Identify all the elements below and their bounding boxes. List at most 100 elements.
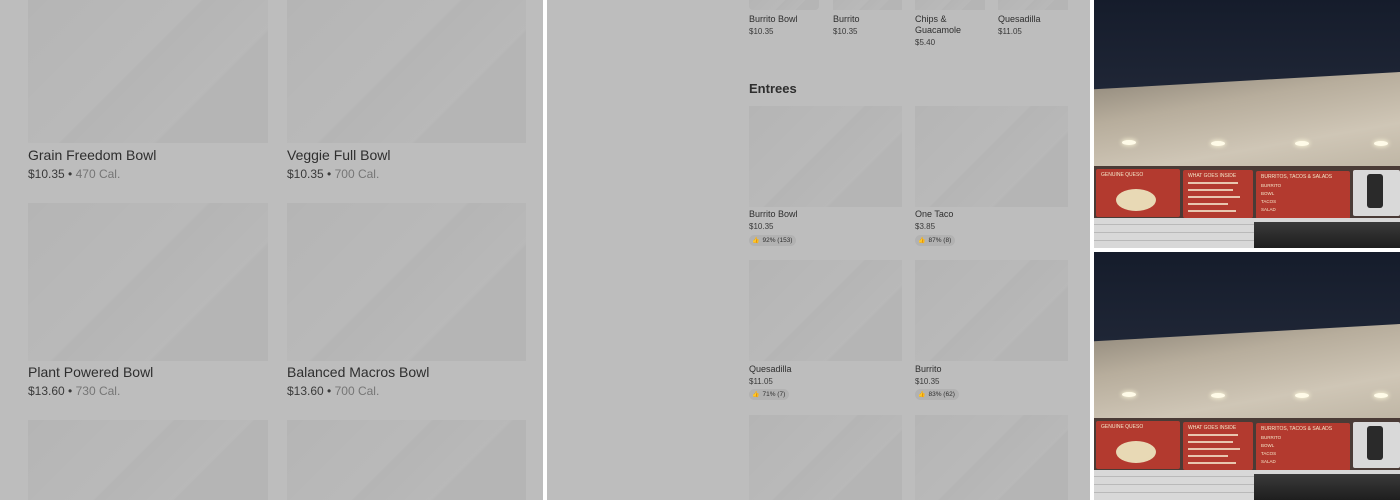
kitchen-counter bbox=[1254, 474, 1400, 500]
ceiling-light-icon bbox=[1211, 141, 1225, 146]
item-name[interactable]: Grain Freedom Bowl bbox=[28, 147, 156, 163]
rating-badge: 👍 83% (62) bbox=[915, 389, 959, 400]
item-image-placeholder[interactable] bbox=[915, 260, 1068, 361]
menu-line bbox=[1188, 441, 1233, 443]
item-image-placeholder[interactable] bbox=[833, 0, 902, 10]
menu-item-text: BURRITO bbox=[1261, 183, 1282, 188]
item-price-calories: $13.60 • 700 Cal. bbox=[287, 384, 379, 398]
item-name[interactable]: Plant Powered Bowl bbox=[28, 364, 153, 380]
menu-item-text: BURRITO bbox=[1261, 435, 1282, 440]
item-image-placeholder[interactable] bbox=[749, 260, 902, 361]
phone-icon bbox=[1367, 174, 1383, 208]
item-name[interactable]: Burrito Bowl bbox=[749, 209, 821, 220]
item-price: $3.85 bbox=[915, 222, 936, 231]
restaurant-photo[interactable]: GENUINE QUESO WHAT GOES INSIDE BURRITOS,… bbox=[1094, 0, 1400, 248]
restaurant-photos-panel: GENUINE QUESO WHAT GOES INSIDE BURRITOS,… bbox=[1094, 0, 1400, 500]
menu-board-fillings: WHAT GOES INSIDE bbox=[1183, 170, 1253, 218]
rating-text: 83% (62) bbox=[928, 391, 955, 398]
item-name[interactable]: Burrito Bowl bbox=[749, 14, 821, 25]
restaurant-photo[interactable]: GENUINE QUESO WHAT GOES INSIDE BURRITOS,… bbox=[1094, 252, 1400, 500]
rating-badge: 👍 71% (7) bbox=[749, 389, 790, 400]
menu-board-title: BURRITOS, TACOS & SALADS bbox=[1261, 174, 1333, 180]
item-price: $13.60 bbox=[287, 384, 324, 398]
item-image-placeholder[interactable] bbox=[287, 0, 526, 143]
item-image-placeholder[interactable] bbox=[28, 203, 268, 361]
menu-board-title: BURRITOS, TACOS & SALADS bbox=[1261, 426, 1333, 432]
menu-item-text: TACOS bbox=[1261, 199, 1277, 204]
menu-board-title: GENUINE QUESO bbox=[1101, 424, 1144, 430]
queso-bowl-image bbox=[1116, 189, 1156, 211]
item-price: $11.05 bbox=[749, 377, 773, 386]
item-price-calories: $10.35 • 470 Cal. bbox=[28, 167, 120, 181]
item-image-placeholder[interactable] bbox=[915, 106, 1068, 207]
rating-badge: 👍 92% (153) bbox=[749, 235, 797, 246]
thumbs-up-icon: 👍 bbox=[918, 238, 926, 244]
ceiling-light-icon bbox=[1122, 140, 1136, 145]
ceiling-light-icon bbox=[1295, 141, 1309, 146]
item-price: $5.40 bbox=[915, 38, 936, 47]
item-price: $10.35 bbox=[915, 377, 940, 386]
thumbs-up-icon: 👍 bbox=[918, 392, 926, 398]
item-price-calories: $10.35 • 700 Cal. bbox=[287, 167, 379, 181]
item-image-placeholder[interactable] bbox=[998, 0, 1068, 10]
item-name[interactable]: One Taco bbox=[915, 209, 987, 220]
item-image-placeholder[interactable] bbox=[28, 0, 268, 143]
thumbs-up-icon: 👍 bbox=[752, 392, 760, 398]
menu-item-text: SALAD bbox=[1261, 459, 1276, 464]
menu-board-fillings: WHAT GOES INSIDE bbox=[1183, 422, 1253, 470]
menu-board-queso: GENUINE QUESO bbox=[1096, 421, 1180, 469]
menu-board-queso: GENUINE QUESO bbox=[1096, 169, 1180, 217]
item-name[interactable]: Burrito bbox=[833, 14, 905, 25]
left-menu-panel: Grain Freedom Bowl $10.35 • 470 Cal. Veg… bbox=[0, 0, 543, 500]
item-name[interactable]: Burrito bbox=[915, 364, 987, 375]
ceiling-light-icon bbox=[1211, 393, 1225, 398]
phone-icon bbox=[1367, 426, 1383, 460]
menu-item-text: TACOS bbox=[1261, 451, 1277, 456]
rating-badge: 👍 87% (8) bbox=[915, 235, 956, 246]
queso-bowl-image bbox=[1116, 441, 1156, 463]
item-name[interactable]: Quesadilla bbox=[749, 364, 821, 375]
item-name[interactable]: Balanced Macros Bowl bbox=[287, 364, 429, 380]
item-price-calories: $13.60 • 730 Cal. bbox=[28, 384, 120, 398]
rating-text: 92% (153) bbox=[762, 237, 793, 244]
menu-line bbox=[1188, 182, 1238, 184]
menu-item-text: BOWL bbox=[1261, 443, 1275, 448]
phone-ad-board bbox=[1353, 422, 1400, 468]
item-name[interactable]: Quesadilla bbox=[998, 14, 1070, 25]
thumbs-up-icon: 👍 bbox=[752, 238, 760, 244]
item-price: $10.35 bbox=[749, 27, 774, 36]
menu-line bbox=[1188, 203, 1228, 205]
ceiling-light-icon bbox=[1374, 141, 1388, 146]
phone-ad-board bbox=[1353, 170, 1400, 216]
item-calories: 700 Cal. bbox=[334, 167, 380, 181]
item-image-placeholder[interactable] bbox=[749, 415, 902, 500]
rating-text: 87% (8) bbox=[928, 237, 952, 244]
separator-dot: • bbox=[68, 167, 73, 181]
separator-dot: • bbox=[327, 384, 332, 398]
ceiling-light-icon bbox=[1122, 392, 1136, 397]
item-calories: 700 Cal. bbox=[334, 384, 380, 398]
item-price: $10.35 bbox=[833, 27, 858, 36]
item-image-placeholder[interactable] bbox=[749, 0, 819, 10]
menu-board-title: WHAT GOES INSIDE bbox=[1188, 173, 1237, 179]
section-title-entrees: Entrees bbox=[749, 81, 797, 96]
item-name[interactable]: Chips & Guacamole bbox=[915, 14, 975, 36]
menu-board-title: GENUINE QUESO bbox=[1101, 172, 1144, 178]
separator-dot: • bbox=[327, 167, 332, 181]
item-name[interactable]: Veggie Full Bowl bbox=[287, 147, 391, 163]
item-image-placeholder[interactable] bbox=[287, 420, 526, 500]
item-image-placeholder[interactable] bbox=[915, 415, 1068, 500]
item-calories: 730 Cal. bbox=[75, 384, 121, 398]
item-price: $13.60 bbox=[28, 384, 65, 398]
item-image-placeholder[interactable] bbox=[287, 203, 526, 361]
menu-line bbox=[1188, 455, 1228, 457]
item-image-placeholder[interactable] bbox=[28, 420, 268, 500]
menu-line bbox=[1188, 189, 1233, 191]
item-calories: 470 Cal. bbox=[75, 167, 121, 181]
menu-line bbox=[1188, 196, 1240, 198]
middle-menu-panel: Burrito Bowl $10.35 Burrito $10.35 Chips… bbox=[547, 0, 1090, 500]
item-price: $10.35 bbox=[749, 222, 774, 231]
item-image-placeholder[interactable] bbox=[915, 0, 985, 10]
item-image-placeholder[interactable] bbox=[749, 106, 902, 207]
menu-line bbox=[1188, 434, 1238, 436]
